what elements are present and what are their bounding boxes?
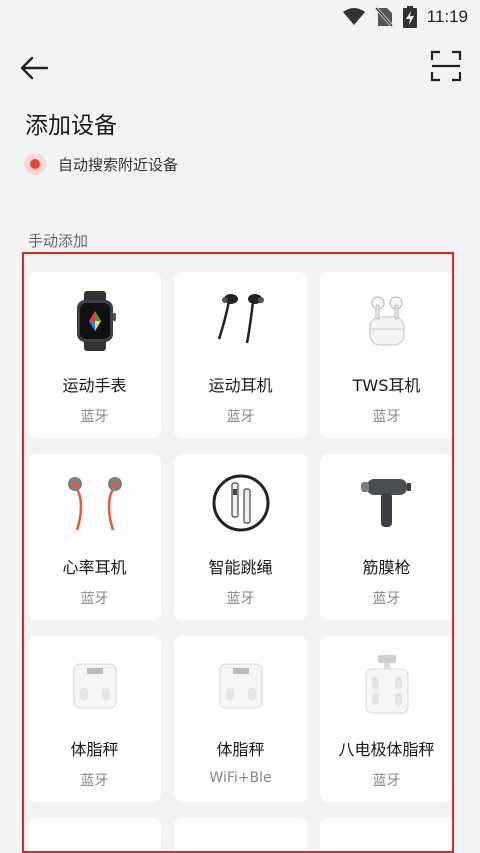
device-card-body-fat-scale-ble[interactable]: 体脂秤 蓝牙 [28, 636, 161, 802]
device-connection: 蓝牙 [226, 591, 255, 607]
device-card-massage-gun[interactable]: 筋膜枪 蓝牙 [320, 454, 452, 620]
device-card-partial[interactable] [28, 818, 161, 851]
eight-electrode-scale-icon [320, 652, 452, 718]
device-name: 运动手表 [62, 376, 127, 395]
scan-icon [430, 50, 462, 82]
device-name: 体脂秤 [216, 740, 265, 759]
back-arrow-icon [20, 56, 49, 80]
device-connection: 蓝牙 [372, 409, 401, 425]
device-card-sport-earphones[interactable]: 运动耳机 蓝牙 [174, 272, 307, 438]
device-card-heart-rate-earphones[interactable]: 心率耳机 蓝牙 [28, 454, 161, 620]
device-connection: 蓝牙 [80, 409, 109, 425]
clock: 11:19 [426, 7, 468, 26]
sport-earphones-icon [174, 288, 307, 354]
device-connection: WiFi+Ble [209, 770, 272, 786]
wifi-icon [342, 8, 365, 26]
scan-button[interactable] [428, 48, 464, 84]
app-bar [0, 42, 480, 92]
tws-earbuds-icon [320, 288, 452, 354]
back-button[interactable] [16, 50, 52, 86]
device-card-sport-watch[interactable]: 运动手表 蓝牙 [28, 272, 161, 438]
massage-gun-icon [320, 470, 452, 536]
jump-rope-icon [174, 470, 307, 536]
status-bar: 11:19 [0, 0, 480, 34]
heart-rate-earphones-icon [28, 470, 161, 536]
device-card-tws-earbuds[interactable]: TWS耳机 蓝牙 [320, 272, 452, 438]
device-name: 智能跳绳 [208, 558, 273, 577]
device-name: 运动耳机 [208, 376, 273, 395]
no-sim-icon [374, 7, 393, 27]
device-connection: 蓝牙 [226, 409, 255, 425]
manual-add-label: 手动添加 [28, 232, 89, 250]
device-name: 八电极体脂秤 [338, 740, 435, 759]
device-grid: 运动手表 蓝牙 运动耳机 蓝牙 TWS耳机 蓝牙 心率耳机 蓝牙 智能跳绳 蓝牙… [28, 272, 452, 851]
device-grid-frame: 运动手表 蓝牙 运动耳机 蓝牙 TWS耳机 蓝牙 心率耳机 蓝牙 智能跳绳 蓝牙… [22, 252, 454, 853]
device-connection: 蓝牙 [80, 591, 109, 607]
auto-search-label: 自动搜索附近设备 [58, 155, 179, 174]
device-card-partial[interactable] [174, 818, 307, 851]
device-connection: 蓝牙 [80, 773, 109, 789]
auto-search-toggle[interactable]: 自动搜索附近设备 [24, 153, 178, 175]
battery-charging-icon [402, 6, 417, 28]
smartwatch-icon [28, 288, 161, 354]
device-card-smart-jump-rope[interactable]: 智能跳绳 蓝牙 [174, 454, 307, 620]
device-name: 心率耳机 [62, 558, 127, 577]
device-name: 筋膜枪 [362, 558, 411, 577]
device-name: 体脂秤 [70, 740, 119, 759]
device-connection: 蓝牙 [372, 591, 401, 607]
body-fat-scale-icon [28, 652, 161, 718]
device-card-partial[interactable] [320, 818, 452, 851]
device-card-eight-electrode-scale[interactable]: 八电极体脂秤 蓝牙 [320, 636, 452, 802]
device-card-body-fat-scale-wifi[interactable]: 体脂秤 WiFi+Ble [174, 636, 307, 802]
device-name: TWS耳机 [352, 376, 421, 395]
device-connection: 蓝牙 [372, 773, 401, 789]
page-title: 添加设备 [25, 112, 117, 138]
search-status-indicator [24, 153, 46, 175]
body-fat-scale-icon [174, 652, 307, 718]
